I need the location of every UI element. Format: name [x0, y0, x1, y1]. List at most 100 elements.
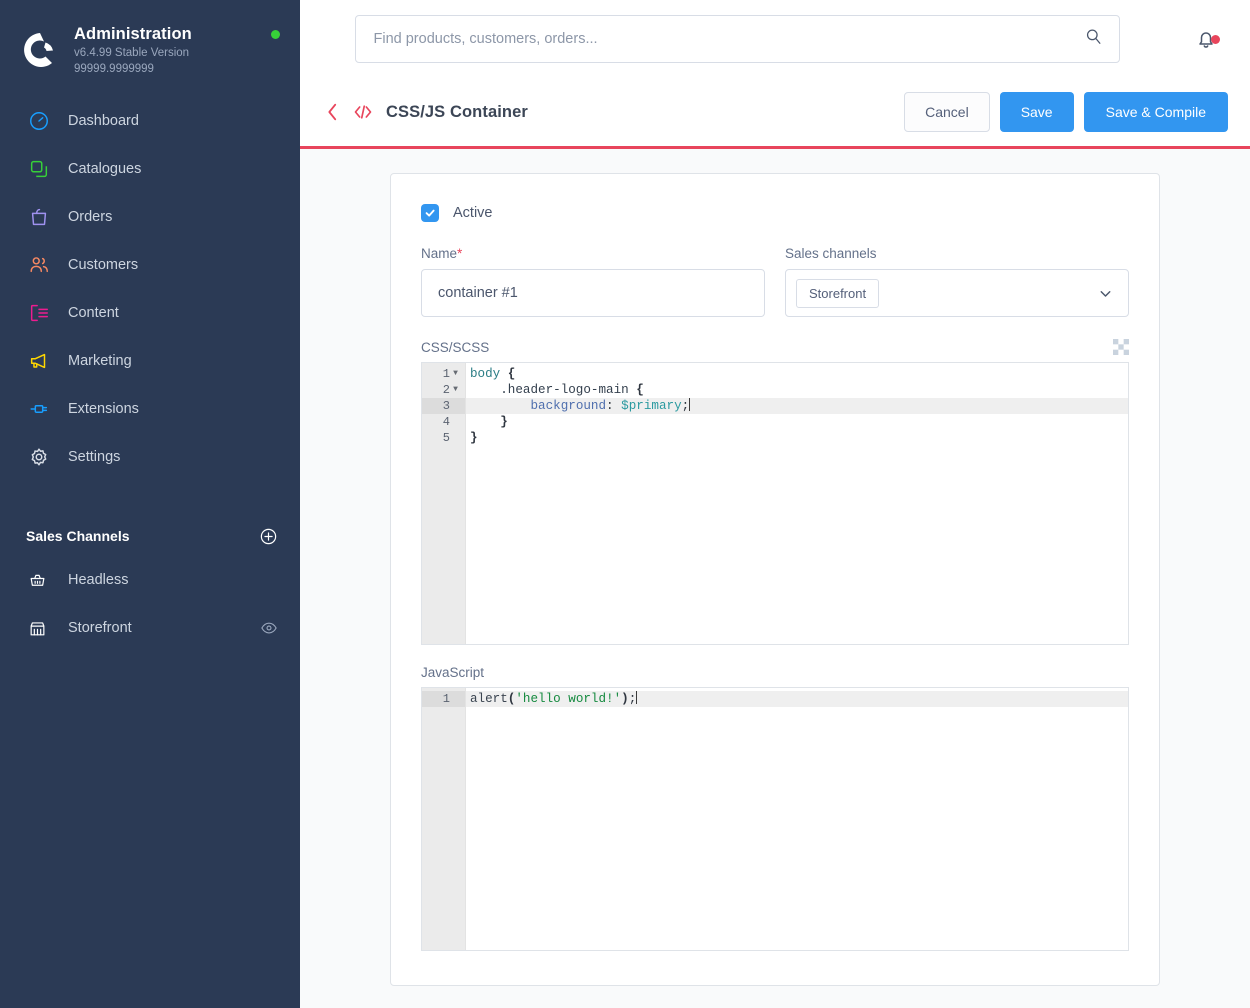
code-line[interactable]: } [466, 414, 1128, 430]
gutter-line: 5 [442, 431, 450, 445]
form-card: Active Name* Sales channels Storefront [390, 173, 1160, 986]
notifications-button[interactable] [1184, 27, 1228, 51]
search-icon[interactable] [1084, 27, 1103, 51]
sidebar-item-settings[interactable]: Settings [0, 433, 300, 481]
js-editor-header: JavaScript [421, 665, 1129, 680]
sidebar-item-headless[interactable]: Headless [0, 556, 300, 604]
sales-channels-label: Sales channels [785, 246, 877, 261]
gutter-line: 4 [442, 415, 450, 429]
marketing-megaphone-icon [26, 348, 52, 374]
brand-version: v6.4.99 Stable Version 99999.9999999 [74, 46, 190, 75]
css-code-editor[interactable]: 1 ▼ 2 ▼ 3 4 5 body { .header-logo-main { backg… [421, 362, 1129, 645]
gutter-line-empty [422, 462, 465, 478]
gutter-line-empty [422, 446, 465, 462]
gutter-line-empty [422, 558, 465, 574]
brand-header[interactable]: Administration v6.4.99 Stable Version 99… [0, 0, 300, 80]
fold-triangle-icon[interactable]: ▼ [450, 382, 461, 398]
sidebar-item-label: Orders [68, 209, 113, 225]
gutter-line: 1 ▼ [422, 366, 465, 382]
shopware-logo-icon [20, 30, 60, 70]
js-code-editor[interactable]: 1 alert('hello world!'); [421, 687, 1129, 951]
code-line[interactable]: .header-logo-main { [466, 382, 1128, 398]
css-editor-group: CSS/SCSS 1 ▼ 2 ▼ 3 4 5 body {.header-lo… [421, 339, 1129, 645]
content-layout-icon [26, 300, 52, 326]
css-editor-header: CSS/SCSS [421, 339, 1129, 355]
sales-channels-field-group: Sales channels Storefront [785, 246, 1129, 317]
name-input[interactable] [421, 269, 765, 317]
search-input[interactable] [373, 31, 1084, 47]
required-marker: * [457, 246, 463, 261]
back-button[interactable] [318, 102, 346, 122]
code-token: body [470, 367, 501, 381]
sidebar: Administration v6.4.99 Stable Version 99… [0, 0, 300, 1008]
gutter-line-empty [422, 899, 465, 915]
code-token: 'hello world!' [515, 692, 622, 706]
brand-title: Administration [74, 24, 192, 43]
gutter-line-empty [422, 739, 465, 755]
checkerboard-resize-icon[interactable] [1113, 339, 1129, 355]
sidebar-item-storefront[interactable]: Storefront [0, 604, 300, 652]
active-field: Active [421, 204, 1129, 222]
gutter-line-empty [422, 638, 465, 644]
gutter-line-empty [422, 787, 465, 803]
search-box[interactable] [354, 15, 1120, 63]
js-editor-code[interactable]: alert('hello world!'); [466, 688, 1128, 950]
selected-channel-chip[interactable]: Storefront [796, 278, 880, 308]
name-label: Name* [421, 246, 765, 261]
main-area: CSS/JS Container Cancel Save Save & Comp… [300, 0, 1250, 1008]
save-and-compile-button[interactable]: Save & Compile [1083, 92, 1228, 132]
gutter-line-empty [422, 851, 465, 867]
plus-circle-icon[interactable] [259, 527, 278, 546]
gutter-line-empty [422, 931, 465, 947]
active-checkbox[interactable] [421, 204, 439, 222]
code-token: ; [681, 399, 690, 413]
sales-channels-select[interactable]: Storefront [785, 269, 1129, 317]
code-line[interactable]: } [466, 430, 1128, 446]
text-cursor [636, 691, 638, 704]
gutter-line-empty [422, 755, 465, 771]
chevron-down-icon[interactable] [1097, 285, 1114, 302]
sidebar-item-customers[interactable]: Customers [0, 241, 300, 289]
page-header: CSS/JS Container Cancel Save Save & Comp… [300, 78, 1250, 149]
catalogues-copy-icon [26, 156, 52, 182]
page-actions: Cancel Save Save & Compile [904, 92, 1228, 132]
code-line[interactable]: body { [466, 366, 1128, 382]
sidebar-item-content[interactable]: Content [0, 289, 300, 337]
code-token: } [470, 431, 478, 445]
gutter-line-empty [422, 494, 465, 510]
code-token: .header-logo-main [500, 383, 629, 397]
basket-icon [26, 569, 48, 591]
save-button[interactable]: Save [999, 92, 1074, 132]
gutter-line-empty [422, 526, 465, 542]
cancel-button[interactable]: Cancel [904, 92, 990, 132]
orders-bag-icon [26, 204, 52, 230]
chevron-left-icon [327, 103, 336, 121]
css-editor-gutter: 1 ▼ 2 ▼ 3 4 5 [422, 363, 466, 644]
fold-triangle-icon[interactable]: ▼ [450, 366, 461, 382]
gutter-line: 1 [422, 691, 465, 707]
sidebar-item-orders[interactable]: Orders [0, 193, 300, 241]
code-line[interactable]: background: $primary; [466, 398, 1128, 414]
sidebar-item-catalogues[interactable]: Catalogues [0, 145, 300, 193]
sidebar-item-marketing[interactable]: Marketing [0, 337, 300, 385]
code-brackets-icon [346, 103, 380, 121]
sidebar-item-extensions[interactable]: Extensions [0, 385, 300, 433]
code-token: : [606, 399, 622, 413]
css-editor-label: CSS/SCSS [421, 340, 490, 355]
sidebar-item-dashboard[interactable]: Dashboard [0, 97, 300, 145]
code-line[interactable]: alert('hello world!'); [466, 691, 1128, 707]
search-wrapper [300, 15, 1174, 63]
code-token: alert [470, 692, 508, 706]
gutter-line-empty [422, 590, 465, 606]
storefront-icon [26, 617, 48, 639]
name-field-group: Name* [421, 246, 765, 317]
eye-icon[interactable] [260, 619, 278, 637]
gutter-line-empty [422, 723, 465, 739]
gutter-line-empty [422, 947, 465, 950]
css-editor-code[interactable]: body { .header-logo-main { background: $… [466, 363, 1128, 644]
gutter-line-empty [422, 542, 465, 558]
topbar [300, 0, 1250, 78]
active-label[interactable]: Active [453, 205, 493, 221]
sidebar-item-label: Extensions [68, 401, 139, 417]
